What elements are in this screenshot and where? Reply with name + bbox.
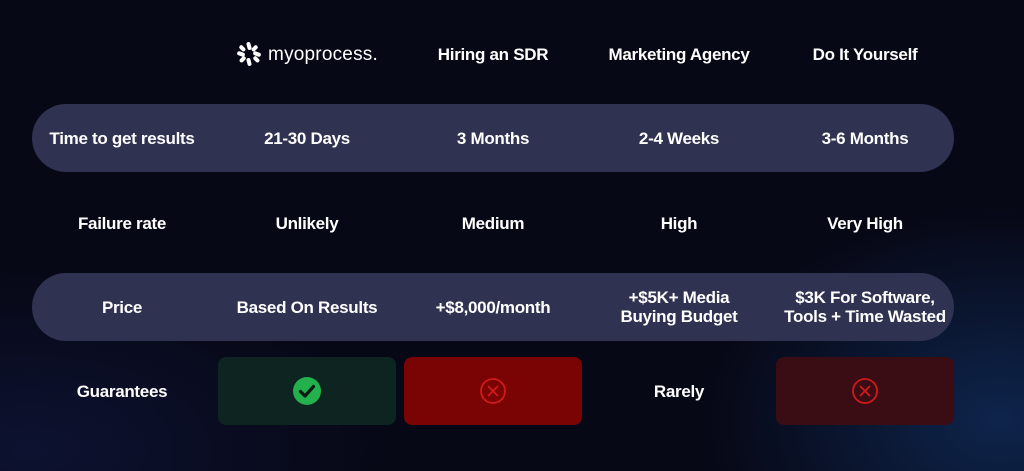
brand-logo: myoprocess. (236, 41, 378, 67)
check-circle-icon (293, 377, 321, 405)
row-time-to-results: Time to get results 21-30 Days 3 Months … (32, 104, 954, 172)
row-label: Time to get results (49, 128, 195, 148)
cell-value: Very High (827, 213, 903, 233)
column-header-agency: Marketing Agency (608, 44, 750, 64)
cell-value: 2-4 Weeks (638, 128, 720, 148)
cell-guarantee-sdr (404, 357, 582, 425)
x-circle-icon (480, 378, 506, 404)
cell-value: Medium (461, 213, 525, 233)
brand-logo-icon (237, 42, 261, 66)
cell-value: +$8,000/month (435, 297, 551, 317)
cell-value: 21-30 Days (264, 128, 350, 148)
cell-guarantee-myoprocess (218, 357, 396, 425)
x-circle-icon (852, 378, 878, 404)
brand-name: myoprocess. (268, 43, 378, 65)
column-header-sdr: Hiring an SDR (437, 44, 549, 64)
cell-value: Based On Results (236, 297, 378, 317)
cell-value: Unlikely (275, 213, 339, 233)
guarantee-no-box (776, 357, 954, 425)
cell-guarantee-diy (776, 357, 954, 425)
cell-value: High (660, 213, 698, 233)
comparison-table: myoprocess. Hiring an SDR Marketing Agen… (0, 0, 1024, 471)
cell-value: +$5K+ Media Buying Budget (620, 288, 738, 326)
brand-header: myoprocess. (218, 34, 396, 74)
cell-value: $3K For Software, Tools + Time Wasted (784, 288, 946, 326)
row-label: Failure rate (77, 213, 167, 233)
column-header-diy: Do It Yourself (812, 44, 918, 64)
cell-value: Rarely (653, 381, 705, 401)
row-failure-rate: Failure rate Unlikely Medium High Very H… (32, 189, 954, 257)
header-row: myoprocess. Hiring an SDR Marketing Agen… (32, 34, 954, 74)
cell-value: 3-6 Months (821, 128, 909, 148)
row-label: Guarantees (76, 381, 168, 401)
row-label: Price (101, 297, 143, 317)
cell-value: 3 Months (456, 128, 530, 148)
guarantee-yes-box (218, 357, 396, 425)
row-price: Price Based On Results +$8,000/month +$5… (32, 273, 954, 341)
guarantee-no-box (404, 357, 582, 425)
row-guarantees: Guarantees Rarely (32, 357, 954, 425)
